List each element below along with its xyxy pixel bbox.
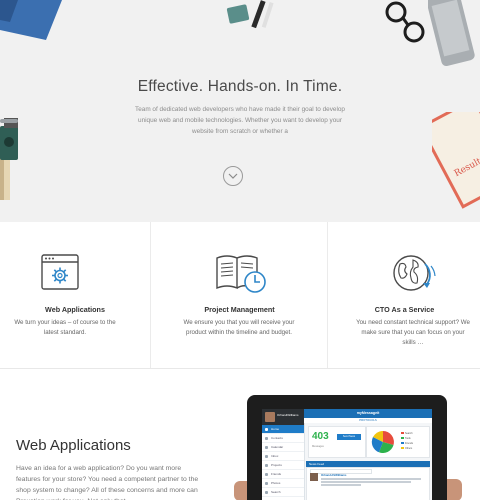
stat-label: Messages xyxy=(312,445,324,448)
legend-item: Tools xyxy=(401,437,411,440)
hero-lead: Team of dedicated web developers who hav… xyxy=(135,106,345,135)
legend-item: Search xyxy=(401,432,413,435)
services-section: Web Applications We turn your ideas – of… xyxy=(0,222,480,369)
scroll-down-button[interactable] xyxy=(223,166,243,186)
nav-label: Search xyxy=(271,490,281,494)
contacts-icon xyxy=(265,436,268,440)
app-nav-friends[interactable]: Friends xyxy=(262,470,304,479)
photos-icon xyxy=(265,481,268,485)
app-nav-inbox[interactable]: Inbox xyxy=(262,452,304,461)
legend-item: Others xyxy=(401,447,412,450)
service-cto-as-a-service[interactable]: CTO As a Service You need constant techn… xyxy=(327,222,480,368)
glasses-decoration xyxy=(385,1,425,43)
service-description: We turn your ideas – of course to the la… xyxy=(14,319,116,336)
nav-label: Home xyxy=(271,427,280,431)
nav-label: Calendar xyxy=(271,445,284,449)
feed-author: OrhanAASWilliams xyxy=(321,473,347,477)
news-feed: OrhanAASWilliams xyxy=(306,467,430,500)
hero-title: Effective. Hands-on. In Time. xyxy=(137,78,343,95)
nav-label: Contacts xyxy=(271,436,283,440)
book-stack-decoration: Results Jose xyxy=(432,112,480,209)
service-description: You need constant technical support? We … xyxy=(356,319,470,346)
hero-section: Results Jose Effective. Hands-on. In Tim… xyxy=(0,0,480,222)
app-nav-projects[interactable]: Projects xyxy=(262,461,304,470)
app-nav-home[interactable]: Home xyxy=(262,425,304,434)
nav-label: Friends xyxy=(271,472,282,476)
send-news-button[interactable]: Send News xyxy=(337,434,361,440)
app-profile: Orhan&Williams xyxy=(262,409,304,425)
inbox-icon xyxy=(265,454,268,458)
app-sidebar: Orhan&Williams Home Contacts Calendar In… xyxy=(262,409,305,500)
pens-decoration xyxy=(226,0,274,29)
app-nav-contacts[interactable]: Contacts xyxy=(262,434,304,443)
tablet-screen: Orhan&Williams Home Contacts Calendar In… xyxy=(262,409,432,500)
avatar xyxy=(310,473,318,481)
app-user-name: Orhan&Williams xyxy=(277,413,299,417)
app-subheader: PROTOCOLS xyxy=(304,418,432,423)
book-clock-icon xyxy=(216,255,266,293)
app-header: myMessageit xyxy=(304,409,432,418)
globe-refresh-icon xyxy=(393,255,436,291)
avatar xyxy=(265,412,275,422)
service-project-management[interactable]: Project Management We ensure you that yo… xyxy=(150,222,328,368)
chevron-down-icon xyxy=(228,173,238,179)
service-title: Web Applications xyxy=(45,305,105,314)
feed-text-line xyxy=(321,478,421,480)
friends-icon xyxy=(265,472,268,476)
feed-text-line xyxy=(321,484,361,486)
pie-chart-graphic xyxy=(371,430,394,454)
search-icon xyxy=(265,490,268,494)
home-icon xyxy=(265,427,268,431)
app-nav-search[interactable]: Search xyxy=(262,488,304,497)
service-web-applications[interactable]: Web Applications We turn your ideas – of… xyxy=(0,222,150,368)
service-description: We ensure you that you will receive your… xyxy=(183,319,295,336)
notebook-decoration xyxy=(0,0,62,40)
phone-decoration xyxy=(428,0,475,67)
app-nav-calendar[interactable]: Calendar xyxy=(262,443,304,452)
projects-icon xyxy=(265,463,268,467)
clip-decoration xyxy=(0,119,18,123)
section-title: Web Applications xyxy=(16,437,131,454)
nav-label: Photos xyxy=(271,481,281,485)
tablet-mockup: Orhan&Williams Home Contacts Calendar In… xyxy=(247,395,447,500)
service-title: Project Management xyxy=(204,305,275,314)
legend-item: Friends xyxy=(401,442,413,445)
service-title: CTO As a Service xyxy=(374,305,435,314)
pie-card: Search Tools Friends Others xyxy=(366,426,430,458)
section-text: Have an idea for a web application? Do y… xyxy=(16,465,199,500)
stat-value: 403 xyxy=(312,431,329,442)
feed-text-line xyxy=(321,481,411,483)
app-nav-photos[interactable]: Photos xyxy=(262,479,304,488)
web-applications-section: Web Applications Have an idea for a web … xyxy=(0,369,480,500)
stat-card: 403 Messages Send News xyxy=(308,426,366,458)
browser-gear-icon xyxy=(41,254,79,290)
calendar-icon xyxy=(265,445,268,449)
nav-label: Inbox xyxy=(271,454,279,458)
nav-label: Projects xyxy=(271,463,282,467)
